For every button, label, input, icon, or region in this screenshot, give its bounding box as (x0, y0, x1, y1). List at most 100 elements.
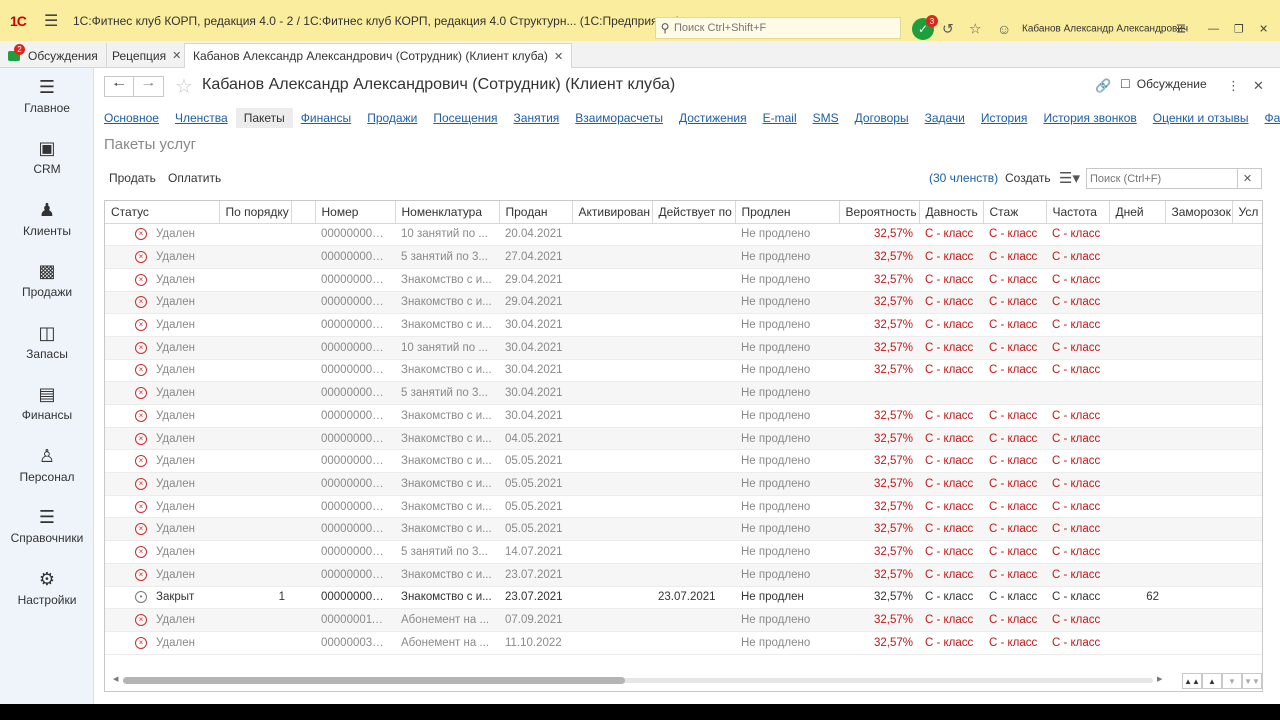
section-link[interactable]: Занятия (514, 111, 560, 125)
table-row[interactable]: × Удален 00000000394 Знакомство с и... 05.05… (105, 472, 1262, 496)
history-icon[interactable]: ↺ (942, 21, 954, 38)
table-row[interactable]: × Удален 00000000853 Знакомство с и... 23.07… (105, 563, 1262, 587)
go-first-button[interactable]: ▲▲ (1182, 673, 1202, 689)
section-link[interactable]: Взаиморасчеты (575, 111, 663, 125)
table-row[interactable]: × Удален 00000000397 Знакомство с и... 05.05… (105, 517, 1262, 542)
minimize-icon[interactable]: — (1208, 23, 1219, 35)
more-menu-icon[interactable]: ☰▾ (1059, 169, 1080, 187)
table-row[interactable]: × Удален 00000000362 Знакомство с и... 30.04… (105, 404, 1262, 428)
column-header[interactable]: Номер (315, 201, 396, 224)
table-search-input[interactable] (1087, 172, 1237, 185)
column-header[interactable]: Действует по (652, 201, 736, 224)
memberships-count-link[interactable]: (30 членств) (929, 171, 998, 185)
global-search-input[interactable] (674, 22, 894, 34)
link-icon[interactable]: 🔗 (1095, 78, 1111, 94)
table-row[interactable]: × Удален 00000000341 5 занятий по 3... 27.04… (105, 245, 1262, 269)
restore-icon[interactable]: ❐ (1234, 23, 1244, 36)
table-row[interactable]: × Удален 00000000356 Знакомство с и... 30.04… (105, 313, 1262, 337)
section-link[interactable]: Посещения (433, 111, 497, 125)
section-link[interactable]: Членства (175, 111, 228, 125)
column-header[interactable]: Вероятность (839, 201, 920, 224)
main-menu-icon[interactable]: ☰ (44, 11, 58, 31)
tab-current-client[interactable]: Кабанов Александр Александрович (Сотрудн… (184, 43, 573, 68)
section-link[interactable]: Файлы (1265, 111, 1280, 125)
column-header[interactable]: Усл (1232, 201, 1262, 224)
page-up-button[interactable]: ▲ (1202, 673, 1222, 689)
section-link[interactable]: История звонков (1043, 111, 1136, 125)
tab-reception[interactable]: Рецепция ✕ (104, 43, 191, 68)
sidebar-item-settings[interactable]: ⚙ Настройки (0, 560, 94, 616)
column-header[interactable]: Активирован (572, 201, 653, 224)
sidebar-item-staff[interactable]: ♙ Персонал (0, 437, 94, 493)
table-row[interactable]: × Удален 00000000358 Знакомство с и... 30.04… (105, 359, 1262, 383)
table-row[interactable]: × Удален 00000000396 Знакомство с и... 05.05… (105, 449, 1262, 474)
section-link[interactable]: Достижения (679, 111, 747, 125)
sidebar-item-sales[interactable]: ▩ Продажи (0, 252, 94, 308)
favorites-star-icon[interactable]: ☆ (969, 21, 982, 38)
section-link[interactable]: Пакеты (235, 108, 293, 128)
section-link[interactable]: Финансы (301, 111, 351, 125)
close-form-icon[interactable]: ✕ (1253, 78, 1264, 94)
sidebar-item-main[interactable]: ☰ Главное (0, 68, 94, 124)
sidebar-item-clients[interactable]: ♟ Клиенты (0, 191, 94, 247)
create-button[interactable]: Создать (1005, 171, 1051, 185)
scroll-right-arrow-icon[interactable]: ▶ (1157, 675, 1162, 683)
close-tab-icon[interactable]: ✕ (554, 50, 563, 63)
tab-discussions[interactable]: 2 Обсуждения (0, 43, 107, 68)
current-user[interactable]: Кабанов Александр Александрович (1022, 24, 1188, 35)
close-window-icon[interactable]: ✕ (1259, 23, 1268, 36)
page-down-button[interactable]: ▼ (1222, 673, 1242, 689)
section-link[interactable]: История (981, 111, 1028, 125)
column-header[interactable]: Номенклатура (395, 201, 500, 224)
user-icon[interactable]: ☺ (997, 21, 1011, 37)
table-row[interactable]: × Удален 00000001189 Абонемент на ... 07.09.… (105, 608, 1262, 632)
sidebar-item-finance[interactable]: ▤ Финансы (0, 375, 94, 431)
table-row[interactable]: • Закрыт 1 00000000855 Знакомство с и... 23.0… (105, 586, 1262, 610)
column-header[interactable]: Стаж (983, 201, 1047, 224)
table-search[interactable]: ✕ (1086, 168, 1262, 189)
column-header[interactable]: Давность (919, 201, 984, 224)
pay-button[interactable]: Оплатить (168, 171, 221, 185)
column-header[interactable]: Продан (499, 201, 573, 224)
column-header[interactable] (291, 201, 316, 224)
column-header[interactable]: По порядку (219, 201, 292, 224)
table-row[interactable]: × Удален 00000000350 Знакомство с и... 29.04… (105, 268, 1262, 292)
column-header[interactable]: Продлен (735, 201, 840, 224)
settings-menu-icon[interactable]: ☰ (1176, 23, 1186, 36)
close-tab-icon[interactable]: ✕ (172, 49, 181, 62)
section-link[interactable]: Продажи (367, 111, 417, 125)
section-link[interactable]: E-mail (763, 111, 797, 125)
table-row[interactable]: × Удален 00000000381 Знакомство с и... 04.05… (105, 427, 1262, 451)
section-link[interactable]: Оценки и отзывы (1153, 111, 1249, 125)
table-row[interactable]: × Удален 00000000814 5 занятий по 3... 14.07… (105, 540, 1262, 564)
sidebar-item-catalogs[interactable]: ☰ Справочники (0, 498, 94, 554)
scrollbar-thumb[interactable] (123, 677, 625, 684)
scroll-left-arrow-icon[interactable]: ◀ (113, 675, 118, 683)
more-actions-icon[interactable]: ⋮ (1227, 78, 1240, 94)
go-last-button[interactable]: ▼▼ (1242, 673, 1262, 689)
sidebar-item-stock[interactable]: ◫ Запасы (0, 314, 94, 370)
forward-button[interactable]: 🠒 (134, 76, 164, 97)
table-row[interactable]: × Удален 00000000395 Знакомство с и... 05.05… (105, 495, 1262, 519)
table-row[interactable]: × Удален 00000000183 10 занятий по ... 20.04… (105, 223, 1262, 247)
column-header[interactable]: Частота (1046, 201, 1110, 224)
clear-search-icon[interactable]: ✕ (1237, 169, 1257, 188)
favorite-star-icon[interactable]: ☆ (175, 74, 193, 99)
column-header[interactable]: Статус (105, 201, 220, 224)
sidebar-item-crm[interactable]: ▣ CRM (0, 129, 94, 185)
table-row[interactable]: × Удален 00000003796 Абонемент на ... 11.10.… (105, 631, 1262, 655)
app-logo[interactable]: 1С (10, 13, 27, 29)
column-header[interactable]: Заморозок (1165, 201, 1233, 224)
column-header[interactable]: Дней (1109, 201, 1166, 224)
horizontal-scrollbar[interactable]: ◀ ▶ (113, 673, 1162, 687)
discussion-button[interactable]: ☐ Обсуждение (1120, 77, 1207, 91)
global-search[interactable]: ⚲ (655, 17, 901, 39)
section-link[interactable]: Основное (104, 111, 159, 125)
notifications-button[interactable]: ✓ 3 (912, 15, 938, 40)
section-link[interactable]: Задачи (925, 111, 965, 125)
back-button[interactable]: 🠐 (104, 76, 134, 97)
section-link[interactable]: Договоры (855, 111, 909, 125)
section-link[interactable]: SMS (813, 111, 839, 125)
table-row[interactable]: × Удален 00000000357 10 занятий по ... 30.04… (105, 336, 1262, 360)
table-row[interactable]: × Удален 00000000351 Знакомство с и... 29.04… (105, 291, 1262, 315)
